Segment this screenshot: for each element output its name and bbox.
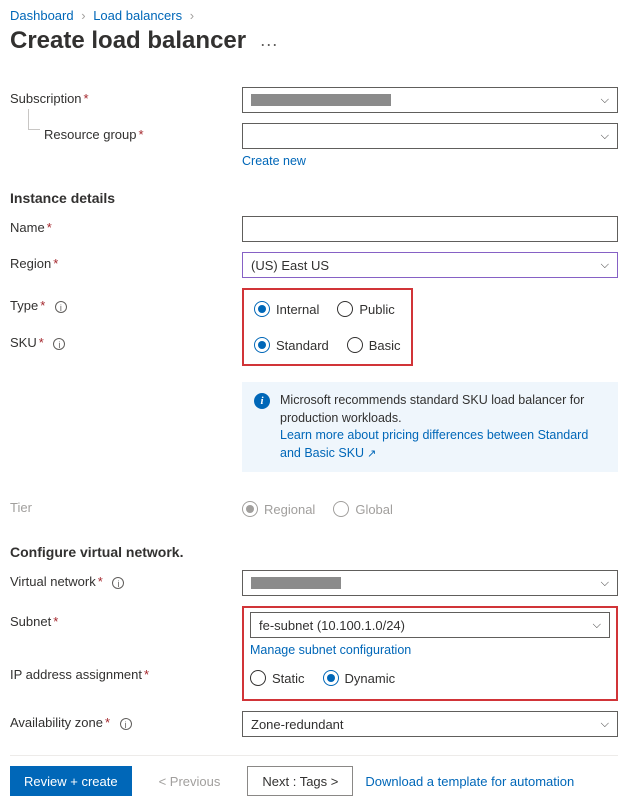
radio-icon: [337, 301, 353, 317]
breadcrumb: Dashboard › Load balancers ›: [10, 6, 618, 27]
manage-subnet-link[interactable]: Manage subnet configuration: [250, 643, 411, 657]
required-asterisk: *: [139, 127, 144, 142]
required-asterisk: *: [47, 220, 52, 235]
chevron-down-icon: ⌵: [601, 259, 609, 272]
subnet-select[interactable]: fe-subnet (10.100.1.0/24) ⌵: [250, 612, 610, 638]
highlight-subnet-ip: fe-subnet (10.100.1.0/24) ⌵ Manage subne…: [242, 606, 618, 701]
required-asterisk: *: [40, 298, 45, 313]
radio-icon: [347, 337, 363, 353]
sku-basic-radio[interactable]: Basic: [347, 337, 401, 353]
subscription-select[interactable]: ⌵: [242, 87, 618, 113]
chevron-down-icon: ⌵: [601, 130, 609, 143]
download-template-link[interactable]: Download a template for automation: [365, 774, 574, 789]
required-asterisk: *: [144, 667, 149, 682]
radio-icon: [323, 670, 339, 686]
radio-icon: [254, 301, 270, 317]
availability-zone-value: Zone-redundant: [251, 717, 344, 732]
info-icon[interactable]: i: [55, 301, 67, 313]
redacted-value: [251, 94, 391, 106]
required-asterisk: *: [39, 335, 44, 350]
ip-dynamic-radio[interactable]: Dynamic: [323, 670, 396, 686]
radio-icon: [250, 670, 266, 686]
info-icon[interactable]: i: [53, 338, 65, 350]
create-new-link[interactable]: Create new: [242, 154, 306, 168]
type-public-radio[interactable]: Public: [337, 301, 394, 317]
breadcrumb-loadbalancers[interactable]: Load balancers: [93, 8, 182, 23]
sku-standard-radio[interactable]: Standard: [254, 337, 329, 353]
ip-static-radio[interactable]: Static: [250, 670, 305, 686]
tier-global-radio: Global: [333, 501, 393, 517]
next-button[interactable]: Next : Tags >: [247, 766, 353, 796]
chevron-right-icon: ›: [81, 8, 85, 23]
virtual-network-label: Virtual network: [10, 574, 96, 589]
region-label: Region: [10, 256, 51, 271]
availability-zone-label: Availability zone: [10, 715, 103, 730]
tier-regional-radio: Regional: [242, 501, 315, 517]
chevron-down-icon: ⌵: [601, 718, 609, 731]
name-input[interactable]: [242, 216, 618, 242]
region-select[interactable]: (US) East US ⌵: [242, 252, 618, 278]
radio-icon: [254, 337, 270, 353]
info-icon: i: [254, 393, 270, 409]
breadcrumb-dashboard[interactable]: Dashboard: [10, 8, 74, 23]
virtual-network-select[interactable]: ⌵: [242, 570, 618, 596]
region-value: (US) East US: [251, 258, 329, 273]
subscription-label: Subscription: [10, 91, 82, 106]
highlight-type-sku: Internal Public Standard: [242, 288, 413, 366]
info-icon[interactable]: i: [112, 577, 124, 589]
chevron-right-icon: ›: [190, 8, 194, 23]
required-asterisk: *: [105, 715, 110, 730]
subnet-value: fe-subnet (10.100.1.0/24): [259, 618, 405, 633]
banner-text: Microsoft recommends standard SKU load b…: [280, 393, 584, 425]
info-icon[interactable]: i: [120, 718, 132, 730]
chevron-down-icon: ⌵: [593, 619, 601, 632]
name-label: Name: [10, 220, 45, 235]
resource-group-select[interactable]: ⌵: [242, 123, 618, 149]
required-asterisk: *: [53, 614, 58, 629]
availability-zone-select[interactable]: Zone-redundant ⌵: [242, 711, 618, 737]
ip-assignment-label: IP address assignment: [10, 667, 142, 682]
sku-info-banner: i Microsoft recommends standard SKU load…: [242, 382, 618, 472]
tier-label: Tier: [10, 500, 32, 515]
radio-icon: [333, 501, 349, 517]
required-asterisk: *: [98, 574, 103, 589]
configure-vn-heading: Configure virtual network.: [10, 544, 618, 560]
redacted-value: [251, 577, 341, 589]
instance-details-heading: Instance details: [10, 190, 618, 206]
type-internal-radio[interactable]: Internal: [254, 301, 319, 317]
type-label: Type: [10, 298, 38, 313]
required-asterisk: *: [53, 256, 58, 271]
resource-group-label: Resource group: [44, 127, 137, 142]
wizard-footer: Review + create < Previous Next : Tags >…: [10, 755, 618, 796]
more-actions-icon[interactable]: ···: [260, 34, 278, 55]
review-create-button[interactable]: Review + create: [10, 766, 132, 796]
page-title: Create load balancer: [10, 27, 246, 55]
banner-learn-more-link[interactable]: Learn more about pricing differences bet…: [280, 428, 588, 460]
chevron-down-icon: ⌵: [601, 577, 609, 590]
subnet-label: Subnet: [10, 614, 51, 629]
chevron-down-icon: ⌵: [601, 94, 609, 107]
sku-label: SKU: [10, 335, 37, 350]
previous-button: < Previous: [144, 766, 236, 796]
required-asterisk: *: [84, 91, 89, 106]
radio-icon: [242, 501, 258, 517]
